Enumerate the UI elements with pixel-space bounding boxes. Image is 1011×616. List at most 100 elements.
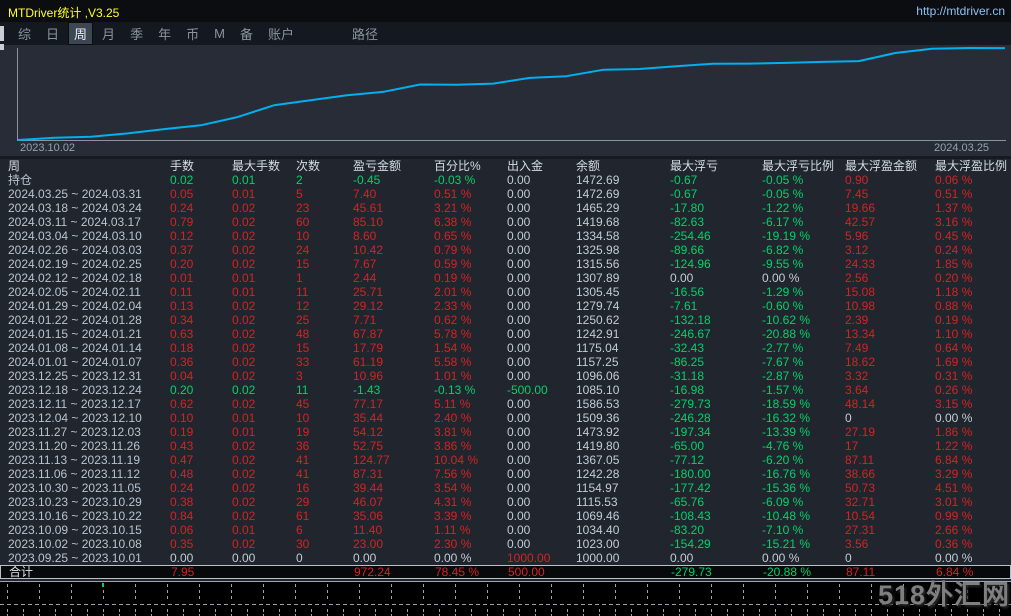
cell: -15.36 % xyxy=(762,481,811,495)
table-row[interactable]: 2024.01.01 ~ 2024.01.07 0.36 0.02 33 61.19 5.… xyxy=(0,355,1011,369)
cell: 45.61 xyxy=(353,201,384,215)
cell: 1242.28 xyxy=(576,467,620,481)
table-row[interactable]: 2024.02.19 ~ 2024.02.25 0.20 0.02 15 7.67 0.5… xyxy=(0,257,1011,271)
row-label: 2024.01.01 ~ 2024.01.07 xyxy=(8,355,142,369)
cell: 3.64 xyxy=(845,383,869,397)
table-row[interactable]: 2023.10.09 ~ 2023.10.15 0.06 0.01 6 11.40 1.1… xyxy=(0,523,1011,537)
menu-item-币[interactable]: 币 xyxy=(181,23,204,44)
cell: 0.00 % xyxy=(434,551,472,565)
table-row[interactable]: 2023.10.23 ~ 2023.10.29 0.38 0.02 29 46.07 4.… xyxy=(0,495,1011,509)
table-row[interactable]: 2024.03.25 ~ 2024.03.31 0.05 0.01 5 7.40 0.51… xyxy=(0,187,1011,201)
cell: 0.00 % xyxy=(935,551,973,565)
table-row[interactable]: 2024.01.22 ~ 2024.01.28 0.34 0.02 25 7.71 0.6… xyxy=(0,313,1011,327)
cell: 1.69 % xyxy=(935,355,973,369)
cell: 0.00 xyxy=(507,341,531,355)
menu-item-M[interactable]: M xyxy=(209,25,230,42)
cell: 41 xyxy=(296,453,310,467)
table-row[interactable]: 2023.10.30 ~ 2023.11.05 0.24 0.02 16 39.44 3.… xyxy=(0,481,1011,495)
menu-item-周[interactable]: 周 xyxy=(68,22,94,45)
table-row[interactable]: 2024.01.29 ~ 2024.02.04 0.13 0.02 12 29.12 2.… xyxy=(0,299,1011,313)
cell: 0.35 xyxy=(170,537,194,551)
cell: 10.54 xyxy=(845,509,876,523)
cell: 0.11 xyxy=(170,285,193,299)
table-row[interactable]: 2023.10.02 ~ 2023.10.08 0.35 0.02 30 23.00 2.… xyxy=(0,537,1011,551)
cell: -0.67 xyxy=(670,173,698,187)
menu-item-账户[interactable]: 账户 xyxy=(263,23,299,44)
table-row[interactable]: 2023.10.16 ~ 2023.10.22 0.84 0.02 61 35.06 3.… xyxy=(0,509,1011,523)
cell: 52.75 xyxy=(353,439,384,453)
cell: 1305.45 xyxy=(576,285,620,299)
column-header: 盈亏金额 xyxy=(353,159,402,173)
vendor-url-link[interactable]: http://mtdriver.cn xyxy=(916,4,1005,18)
cell: 1.10 % xyxy=(935,327,973,341)
cell: 0.36 % xyxy=(935,537,973,551)
cell: 3.81 % xyxy=(434,425,472,439)
table-row[interactable]: 2024.02.12 ~ 2024.02.18 0.01 0.01 1 2.44 0.19… xyxy=(0,271,1011,285)
cell: 2.56 xyxy=(845,271,869,285)
table-row[interactable]: 2023.11.06 ~ 2023.11.12 0.48 0.02 41 87.31 7.… xyxy=(0,467,1011,481)
cell: 7.71 xyxy=(353,313,377,327)
cell: 0.37 xyxy=(170,243,194,257)
cell: 0.00 xyxy=(670,271,694,285)
cell: 0.01 xyxy=(232,285,256,299)
table-row[interactable]: 2024.01.15 ~ 2024.01.21 0.63 0.02 48 67.87 5.… xyxy=(0,327,1011,341)
menu-item-备[interactable]: 备 xyxy=(235,23,258,44)
cell: 3.32 xyxy=(845,369,869,383)
menu-item-月[interactable]: 月 xyxy=(97,23,120,44)
table-row[interactable]: 2024.02.26 ~ 2024.03.03 0.37 0.02 24 10.42 0.… xyxy=(0,243,1011,257)
cell: 23.00 xyxy=(353,537,384,551)
menu-item-path[interactable]: 路径 xyxy=(347,23,383,44)
cell: 0.01 xyxy=(232,411,256,425)
cell: 0.02 xyxy=(232,453,256,467)
cell: 0.00 xyxy=(670,551,694,565)
cell: -177.42 xyxy=(670,481,711,495)
cell: 87.11 xyxy=(845,453,875,467)
cell: 0.00 xyxy=(507,327,531,341)
cell: 0.51 % xyxy=(434,187,472,201)
cell: 0.04 xyxy=(170,369,194,383)
table-row[interactable]: 2023.11.13 ~ 2023.11.19 0.47 0.02 41 124.77 1… xyxy=(0,453,1011,467)
cell: 16 xyxy=(296,481,310,495)
cell: 42.57 xyxy=(845,215,876,229)
cell: 0.00 xyxy=(507,425,531,439)
cell: 0.00 xyxy=(507,201,531,215)
bottom-tick-panel xyxy=(0,581,1011,616)
table-row[interactable]: 2023.11.27 ~ 2023.12.03 0.19 0.01 19 54.12 3.… xyxy=(0,425,1011,439)
cell: 0.02 xyxy=(232,327,256,341)
cell: 0.00 xyxy=(507,257,531,271)
table-row[interactable]: 2023.12.18 ~ 2023.12.24 0.20 0.02 11 -1.43 -0… xyxy=(0,383,1011,397)
menu-item-日[interactable]: 日 xyxy=(41,23,64,44)
table-row[interactable]: 2023.11.20 ~ 2023.11.26 0.43 0.02 36 52.75 3.… xyxy=(0,439,1011,453)
cell: 1.18 % xyxy=(935,285,973,299)
cell: -7.67 % xyxy=(762,355,804,369)
cell: 0.62 % xyxy=(434,313,472,327)
menu-item-年[interactable]: 年 xyxy=(153,23,176,44)
table-row[interactable]: 2024.03.04 ~ 2024.03.10 0.12 0.02 10 8.60 0.6… xyxy=(0,229,1011,243)
cell: 0.00 xyxy=(507,173,531,187)
table-row[interactable]: 持仓 0.02 0.01 2 -0.45 -0.03 % 0.00 1472.69 -0.67 -… xyxy=(0,173,1011,187)
table-row[interactable]: 2023.12.04 ~ 2023.12.10 0.10 0.01 10 35.44 2.… xyxy=(0,411,1011,425)
table-row[interactable]: 2024.02.05 ~ 2024.02.11 0.11 0.01 11 25.71 2.… xyxy=(0,285,1011,299)
cell: 0.02 xyxy=(170,173,194,187)
cell: 0.00 xyxy=(507,453,531,467)
table-row[interactable]: 2023.12.11 ~ 2023.12.17 0.62 0.02 45 77.17 5.… xyxy=(0,397,1011,411)
cell: 0.20 xyxy=(170,257,194,271)
menu-item-综[interactable]: 综 xyxy=(13,23,36,44)
cell: -154.29 xyxy=(670,537,711,551)
column-header: 百分比% xyxy=(434,159,481,173)
cell: 3.86 % xyxy=(434,439,472,453)
cell: 35.44 xyxy=(353,411,384,425)
table-row[interactable]: 2024.03.18 ~ 2024.03.24 0.24 0.02 23 45.61 3.… xyxy=(0,201,1011,215)
table-row[interactable]: 2024.03.11 ~ 2024.03.17 0.79 0.02 60 85.10 6.… xyxy=(0,215,1011,229)
column-header: 最大浮盈金额 xyxy=(845,159,918,173)
row-label: 2024.02.12 ~ 2024.02.18 xyxy=(8,271,142,285)
cell: 0 xyxy=(845,551,852,565)
cell: 0.00 xyxy=(507,299,531,313)
table-row[interactable]: 2023.12.25 ~ 2023.12.31 0.04 0.02 3 10.96 1.0… xyxy=(0,369,1011,383)
cell: -10.48 % xyxy=(762,509,811,523)
cell: 3.54 % xyxy=(434,481,472,495)
table-row[interactable]: 2023.09.25 ~ 2023.10.01 0.00 0.00 0 0.00 0.00… xyxy=(0,551,1011,565)
table-row[interactable]: 2024.01.08 ~ 2024.01.14 0.18 0.02 15 17.79 1.… xyxy=(0,341,1011,355)
menu-item-季[interactable]: 季 xyxy=(125,23,148,44)
cell: 61.19 xyxy=(353,355,384,369)
